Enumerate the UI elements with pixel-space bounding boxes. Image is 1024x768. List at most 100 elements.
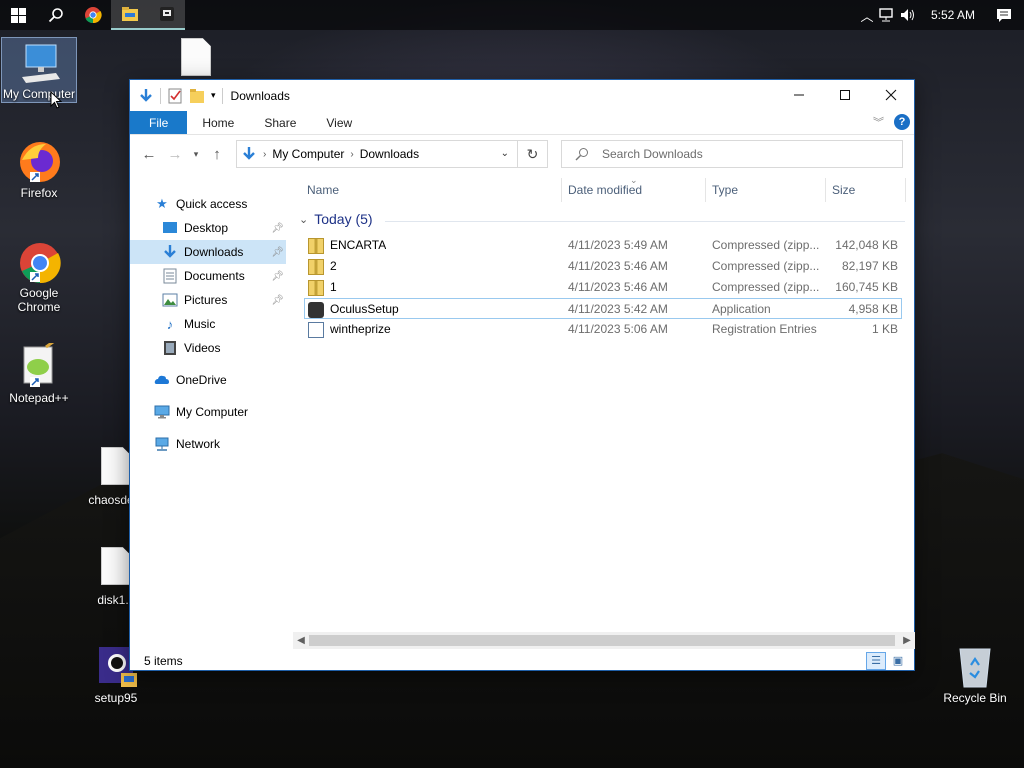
breadcrumb-chevron-icon[interactable]: › (263, 149, 266, 160)
nav-documents[interactable]: Documents 📌︎ (162, 264, 286, 288)
desktop-icon-recycle-bin[interactable]: Recycle Bin (937, 643, 1013, 705)
pin-icon[interactable]: 📌︎ (271, 247, 284, 258)
back-button[interactable]: ← (136, 146, 162, 163)
horizontal-scrollbar[interactable]: ◀ ▶ (293, 632, 915, 649)
file-explorer-window: ▾ Downloads File Home Share View ︾ ? ← →… (129, 79, 915, 671)
refresh-button[interactable]: ↻ (518, 140, 548, 168)
collapse-chevron-icon[interactable]: ⌄ (299, 213, 308, 226)
nav-network[interactable]: Network (154, 432, 290, 456)
recent-locations-dropdown[interactable]: ▾ (188, 149, 204, 160)
address-dropdown-icon[interactable]: ⌄ (501, 148, 509, 159)
pin-icon[interactable]: 📌︎ (271, 223, 284, 234)
close-button[interactable] (868, 80, 914, 110)
file-row[interactable]: wintheprize 4/11/2023 5:06 AM Registrati… (304, 319, 902, 340)
notepad-plus-plus-icon (16, 343, 62, 389)
properties-icon[interactable] (167, 88, 183, 104)
file-name: 1 (330, 280, 337, 294)
search-input[interactable]: Search Downloads (561, 140, 903, 168)
new-folder-icon[interactable] (189, 88, 205, 104)
pin-icon[interactable]: 📌︎ (271, 271, 284, 282)
music-icon: ♪ (166, 316, 174, 332)
desktop-icon (162, 220, 178, 236)
column-header-type[interactable]: Type (712, 178, 738, 202)
minimize-button[interactable] (776, 80, 822, 110)
recycle-bin-icon (952, 643, 998, 689)
documents-icon (162, 268, 178, 284)
pin-icon[interactable]: 📌︎ (271, 295, 284, 306)
nav-desktop[interactable]: Desktop 📌︎ (162, 216, 286, 240)
tab-home[interactable]: Home (187, 111, 249, 134)
network-icon[interactable] (878, 8, 900, 22)
scroll-left-arrow-icon[interactable]: ◀ (293, 632, 309, 649)
file-row[interactable]: OculusSetup 4/11/2023 5:42 AM Applicatio… (304, 298, 902, 319)
forward-button[interactable]: → (162, 146, 188, 163)
tab-view[interactable]: View (311, 111, 367, 134)
maximize-button[interactable] (822, 80, 868, 110)
nav-quick-access[interactable]: ★ Quick access (154, 192, 290, 216)
file-row[interactable]: 2 4/11/2023 5:46 AM Compressed (zipp... … (304, 256, 902, 277)
scrollbar-thumb[interactable] (309, 635, 895, 646)
file-name: wintheprize (330, 322, 391, 336)
file-icon (181, 38, 211, 76)
desktop-icon-notepad-plus-plus[interactable]: Notepad++ (1, 343, 77, 405)
onedrive-icon (154, 372, 170, 388)
file-type: Registration Entries (712, 322, 817, 336)
file-row[interactable]: 1 4/11/2023 5:46 AM Compressed (zipp... … (304, 277, 902, 298)
tab-share[interactable]: Share (249, 111, 311, 134)
file-list: Name Date modified ⌄ Type Size ⌄ Today (… (293, 175, 915, 638)
nav-onedrive[interactable]: OneDrive (154, 368, 290, 392)
desktop-icon-firefox[interactable]: Firefox (1, 138, 77, 200)
nav-music[interactable]: ♪ Music (162, 312, 286, 336)
address-bar[interactable]: › My Computer › Downloads ⌄ (236, 140, 518, 168)
sort-indicator-icon: ⌄ (630, 175, 638, 185)
help-icon[interactable]: ? (894, 114, 910, 130)
details-view-icon[interactable]: ☰ (866, 652, 886, 670)
mouse-cursor (50, 91, 62, 109)
file-date: 4/11/2023 5:46 AM (568, 259, 668, 273)
start-button[interactable] (0, 0, 37, 30)
taskbar-file-explorer-button[interactable] (111, 0, 148, 30)
taskbar-clock[interactable]: 5:52 AM (922, 8, 984, 22)
windows-logo-icon (11, 7, 26, 23)
application-icon (308, 301, 324, 318)
scroll-right-arrow-icon[interactable]: ▶ (899, 632, 915, 649)
expand-ribbon-icon[interactable]: ︾ (873, 114, 884, 130)
navigation-bar: ← → ▾ ↑ › My Computer › Downloads ⌄ ↻ Se… (130, 135, 914, 173)
nav-videos[interactable]: Videos (162, 336, 286, 360)
nav-my-computer[interactable]: My Computer (154, 400, 290, 424)
file-type: Compressed (zipp... (712, 259, 820, 273)
download-arrow-icon (241, 146, 257, 162)
videos-icon (162, 340, 178, 356)
chevron-up-icon[interactable]: ︿ (856, 6, 878, 25)
taskbar-chrome-button[interactable] (74, 0, 111, 30)
taskbar-setup95-button[interactable] (148, 0, 185, 30)
large-icons-view-icon[interactable]: ▣ (888, 652, 908, 670)
navigation-pane: ★ Quick access Desktop 📌︎ Downloads 📌︎ D… (130, 178, 290, 640)
breadcrumb-chevron-icon[interactable]: › (350, 149, 353, 160)
file-date: 4/11/2023 5:49 AM (568, 238, 668, 252)
system-tray: ︿ 5:52 AM (856, 0, 1024, 30)
window-title: Downloads (230, 88, 290, 103)
tab-file[interactable]: File (130, 111, 188, 134)
setup-app-icon (159, 7, 174, 21)
nav-downloads[interactable]: Downloads 📌︎ (130, 240, 286, 264)
search-button[interactable] (37, 0, 74, 30)
zip-folder-icon (308, 258, 324, 275)
volume-icon[interactable] (900, 8, 922, 22)
notification-center-icon[interactable] (984, 8, 1024, 23)
desktop-icon-google-chrome[interactable]: Google Chrome (1, 238, 77, 314)
file-size: 82,197 KB (841, 259, 898, 273)
group-header-today[interactable]: ⌄ Today (5) (299, 211, 373, 227)
breadcrumb-downloads[interactable]: Downloads (360, 147, 419, 161)
computer-icon (16, 41, 62, 85)
nav-pictures[interactable]: Pictures 📌︎ (162, 288, 286, 312)
breadcrumb-my-computer[interactable]: My Computer (272, 147, 344, 161)
up-button[interactable]: ↑ (204, 146, 230, 163)
column-header-name[interactable]: Name (307, 178, 339, 202)
desktop-icon-my-computer[interactable]: My Computer (1, 37, 77, 103)
customize-qat-dropdown-icon[interactable]: ▾ (211, 90, 216, 101)
column-header-size[interactable]: Size (832, 178, 855, 202)
file-row[interactable]: ENCARTA 4/11/2023 5:49 AM Compressed (zi… (304, 235, 902, 256)
desktop-icon-blank-file[interactable] (178, 38, 214, 76)
firefox-icon (16, 138, 62, 184)
